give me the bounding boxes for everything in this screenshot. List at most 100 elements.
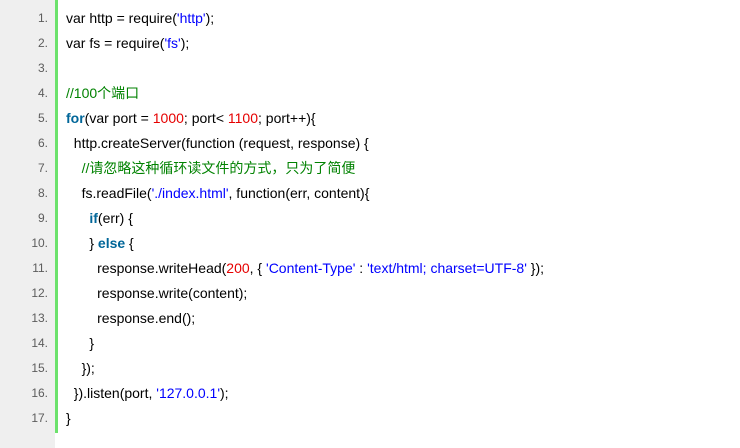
code-line: 17.} — [0, 406, 740, 431]
code-token-number: 1000 — [152, 110, 184, 126]
code-token-keyword: if — [89, 210, 98, 226]
code-line: 14. } — [0, 331, 740, 356]
line-number: 2. — [37, 36, 48, 50]
code-token-plain: ); — [220, 385, 229, 401]
code-lines: 1. var http = require('http'); 2. var fs = … — [0, 6, 740, 431]
code-token-string: 'fs' — [164, 35, 181, 51]
code-token-plain: ); — [205, 10, 215, 26]
code-token-plain: , function(err, content){ — [228, 185, 370, 201]
code-text: if(err) { — [66, 206, 133, 231]
code-text: } else { — [66, 231, 134, 256]
code-token-comment: //请忽略这种循环读文件的方式，只为了简便 — [81, 160, 356, 176]
code-token-plain: ; port< — [183, 110, 228, 126]
code-token-plain: }); — [81, 360, 95, 376]
code-token-plain: }).listen(port, — [73, 385, 157, 401]
code-line: 6. http.createServer(function (request, … — [0, 131, 740, 156]
code-line: 3. — [0, 56, 740, 81]
code-line: 8. fs.readFile('./index.html', function(… — [0, 181, 740, 206]
line-number: 6. — [37, 136, 48, 150]
code-token-plain: (var port = — [84, 110, 153, 126]
line-number: 13. — [31, 311, 48, 325]
code-line: 13. response.end(); — [0, 306, 740, 331]
code-token-plain: response.end(); — [97, 310, 196, 326]
code-text: http.createServer(function (request, res… — [66, 131, 369, 156]
code-line: 1. var http = require('http'); — [0, 6, 740, 31]
code-token-plain: var http = require( — [66, 10, 177, 26]
code-token-plain: http.createServer(function (request, res… — [73, 135, 369, 151]
code-text: response.end(); — [66, 306, 195, 331]
line-number: 10. — [31, 236, 48, 250]
code-text: } — [66, 406, 71, 431]
code-line: 16. }).listen(port, '127.0.0.1'); — [0, 381, 740, 406]
code-token-comment: //100个端口 — [66, 85, 140, 101]
code-line: 11. response.writeHead(200, { 'Content-T… — [0, 256, 740, 281]
code-token-plain: , { — [249, 260, 267, 276]
code-token-plain: { — [125, 235, 134, 251]
line-number: 8. — [37, 186, 48, 200]
code-block: 1. var http = require('http'); 2. var fs = … — [0, 0, 740, 448]
code-token-plain: ); — [180, 35, 190, 51]
code-token-plain: var fs = require( — [66, 35, 165, 51]
code-token-plain: fs.readFile( — [81, 185, 152, 201]
code-token-string: 'text/html; charset=UTF-8' — [367, 260, 527, 276]
code-text: }).listen(port, '127.0.0.1'); — [66, 381, 229, 406]
code-text: //100个端口 — [66, 81, 139, 106]
line-number: 12. — [31, 286, 48, 300]
line-number: 11. — [32, 261, 48, 275]
line-number: 1. — [37, 11, 48, 25]
code-text: response.write(content); — [66, 281, 247, 306]
code-token-plain: } — [66, 410, 71, 426]
code-text: } — [66, 331, 94, 356]
code-line: 9. if(err) { — [0, 206, 740, 231]
code-line: 4. //100个端口 — [0, 81, 740, 106]
line-number: 16. — [31, 386, 48, 400]
code-token-plain: response.write(content); — [97, 285, 248, 301]
code-text: response.writeHead(200, { 'Content-Type'… — [66, 256, 544, 281]
code-token-plain: response.writeHead( — [97, 260, 227, 276]
code-token-keyword: for — [66, 110, 85, 126]
code-token-plain: (err) { — [97, 210, 133, 226]
code-token-keyword: else — [97, 235, 126, 251]
code-text: }); — [66, 356, 95, 381]
code-line: 7. //请忽略这种循环读文件的方式，只为了简便 — [0, 156, 740, 181]
code-token-string: './index.html' — [151, 185, 229, 201]
code-token-plain: } — [89, 235, 98, 251]
code-text: var http = require('http'); — [66, 6, 214, 31]
line-number: 14. — [31, 336, 48, 350]
code-token-plain: ; port++){ — [258, 110, 316, 126]
code-token-plain: }); — [526, 260, 544, 276]
code-line: 10. } else { — [0, 231, 740, 256]
code-token-string: 'Content-Type' — [266, 260, 356, 276]
line-number: 3. — [37, 61, 48, 75]
code-token-plain: } — [89, 335, 95, 351]
line-number: 15. — [31, 361, 48, 375]
line-number: 9. — [37, 211, 48, 225]
code-line: 2. var fs = require('fs'); — [0, 31, 740, 56]
code-token-number: 200 — [226, 260, 250, 276]
code-line: 12. response.write(content); — [0, 281, 740, 306]
code-text: //请忽略这种循环读文件的方式，只为了简便 — [66, 156, 356, 181]
code-token-string: 'http' — [176, 10, 206, 26]
code-token-plain: : — [355, 260, 368, 276]
code-text: for(var port = 1000; port< 1100; port++)… — [66, 106, 316, 131]
line-number: 17. — [31, 411, 48, 425]
line-number: 7. — [37, 161, 48, 175]
code-line: 5. for(var port = 1000; port< 1100; port+… — [0, 106, 740, 131]
line-number: 5. — [37, 111, 48, 125]
code-token-number: 1100 — [227, 110, 258, 126]
code-line: 15. }); — [0, 356, 740, 381]
code-text: fs.readFile('./index.html', function(err… — [66, 181, 370, 206]
line-number: 4. — [37, 86, 48, 100]
code-token-string: '127.0.0.1' — [156, 385, 220, 401]
